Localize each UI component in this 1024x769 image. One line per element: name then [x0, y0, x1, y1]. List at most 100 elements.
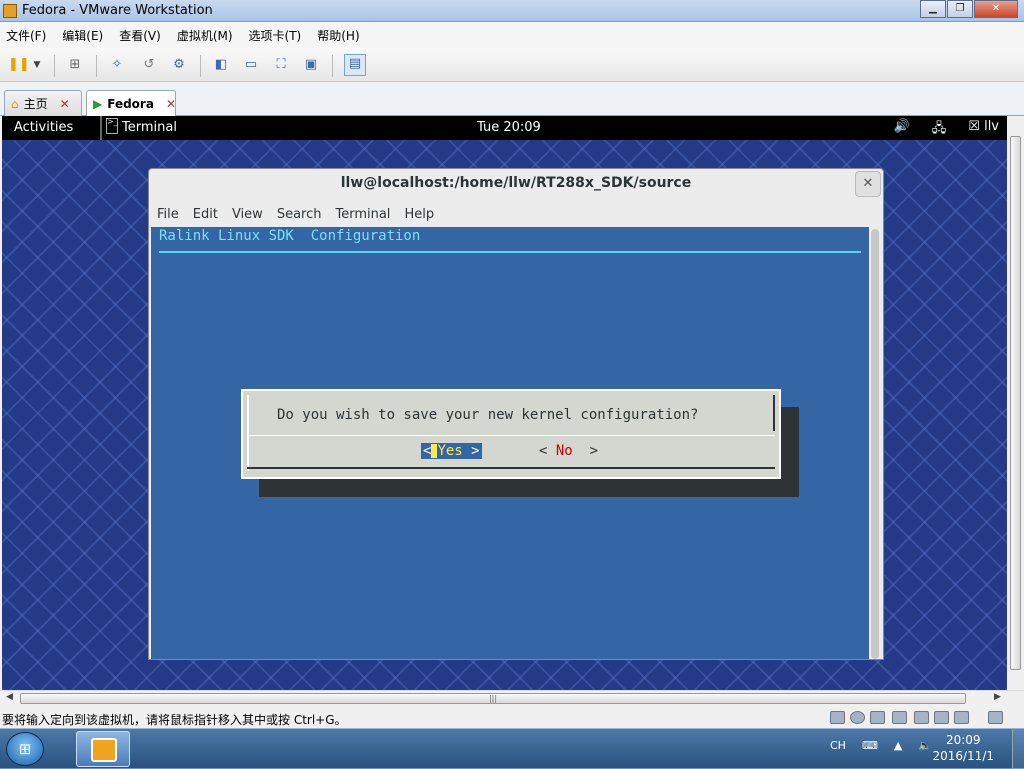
tab-fedora[interactable]: ▶ Fedora ✕ [86, 90, 176, 116]
toolbar-separator [200, 55, 201, 77]
terminal-menu-search[interactable]: Search [277, 207, 322, 222]
no-bracket-left: < [539, 443, 556, 459]
system-tray: CH ⌨ ▲ 🔈 [830, 739, 932, 752]
fullscreen-icon[interactable]: ⛶ [272, 56, 290, 74]
terminal-menu-file[interactable]: File [157, 207, 179, 222]
close-button[interactable]: ✕ [974, 0, 1018, 18]
printer-icon[interactable] [914, 711, 929, 724]
horizontal-scroll-thumb[interactable]: ||| [20, 693, 966, 704]
tray-expand-icon[interactable]: ▲ [894, 739, 902, 752]
message-log-icon[interactable] [988, 711, 1003, 724]
window-controls: ▁ ❐ ✕ [919, 0, 1018, 18]
windows-logo-icon: ⊞ [18, 740, 32, 758]
dialog-divider [247, 435, 775, 436]
console-view-icon[interactable]: ▤ [344, 54, 366, 76]
start-button[interactable]: ⊞ [6, 732, 44, 766]
speaker-icon[interactable]: 🔈 [918, 739, 932, 752]
dialog-question: Do you wish to save your new kernel conf… [277, 407, 699, 423]
dropdown-arrow-icon[interactable]: ▼ [28, 56, 46, 74]
tab-close-icon[interactable]: ✕ [166, 97, 176, 111]
hard-disk-icon[interactable] [830, 711, 845, 724]
pause-icon[interactable]: ❚❚ [8, 56, 30, 74]
no-bracket-right: > [572, 443, 599, 459]
taskbar-vmware-button[interactable] [76, 731, 130, 767]
no-button[interactable]: < No > [539, 443, 598, 459]
user-menu[interactable]: ☒ llv [968, 119, 999, 141]
terminal-menu-help[interactable]: Help [404, 207, 434, 222]
menu-bar: 文件(F) 编辑(E) 查看(V) 虚拟机(M) 选项卡(T) 帮助(H) [0, 22, 1024, 48]
terminal-screen[interactable]: Ralink Linux SDK Configuration Do you wi… [151, 227, 869, 659]
activities-button[interactable]: Activities [14, 120, 73, 135]
tab-label: Fedora [107, 96, 154, 111]
no-label: No [555, 443, 573, 459]
sound-card-icon[interactable] [934, 711, 949, 724]
display-icon[interactable] [954, 711, 969, 724]
toolbar-separator [54, 55, 55, 77]
terminal-menu-edit[interactable]: Edit [193, 207, 218, 222]
menu-view[interactable]: 查看(V) [119, 27, 161, 44]
vertical-scrollbar[interactable] [1008, 116, 1024, 690]
menuconfig-title-underline [159, 251, 861, 253]
toolbar-separator [96, 55, 97, 77]
vmware-app-icon [3, 4, 17, 18]
taskbar-clock[interactable]: 20:09 2016/11/1 [932, 732, 994, 764]
guest-screen[interactable]: Activities >_ Terminal Tue 20:09 🔊 🖧 ☒ l… [2, 116, 1007, 690]
tab-strip: ⌂ 主页 ✕ ▶ Fedora ✕ [0, 83, 1024, 116]
volume-icon: 🔊 [893, 119, 910, 134]
scroll-left-arrow-icon[interactable]: ◀ [6, 692, 13, 702]
app-menu-label: Terminal [122, 120, 177, 135]
vm-running-icon: ▶ [93, 96, 103, 111]
menu-help[interactable]: 帮助(H) [317, 27, 359, 44]
send-ctrl-alt-del-icon[interactable]: ⊞ [66, 56, 84, 74]
windows-taskbar: ⊞ CH ⌨ ▲ 🔈 20:09 2016/11/1 [0, 728, 1024, 769]
toolbar-separator [332, 55, 333, 77]
minimize-button[interactable]: ▁ [920, 0, 946, 18]
floppy-icon[interactable] [870, 711, 885, 724]
terminal-icon: >_ [106, 118, 118, 134]
unity-icon[interactable]: ▣ [302, 56, 320, 74]
user-name: llv [984, 119, 999, 134]
terminal-menu-view[interactable]: View [232, 207, 263, 222]
menu-tabs[interactable]: 选项卡(T) [249, 27, 302, 44]
window-titlebar[interactable]: Fedora - VMware Workstation ▁ ❐ ✕ [0, 0, 1024, 22]
snapshot-manager-icon[interactable]: ⚙ [170, 56, 188, 74]
yes-bracket-right: > [471, 443, 480, 459]
terminal-scrollbar[interactable] [871, 229, 879, 659]
maximize-button[interactable]: ❐ [947, 0, 973, 18]
revert-snapshot-icon[interactable]: ↺ [140, 56, 158, 74]
taskbar-time: 20:09 [945, 733, 981, 747]
status-bar: 要将输入定向到该虚拟机，请将鼠标指针移入其中或按 Ctrl+G。 [0, 708, 1024, 728]
menu-edit[interactable]: 编辑(E) [62, 27, 103, 44]
horizontal-scrollbar[interactable]: ◀ ||| ▶ [0, 690, 1024, 706]
save-config-dialog: Do you wish to save your new kernel conf… [241, 389, 781, 479]
menu-vm[interactable]: 虚拟机(M) [177, 27, 233, 44]
tab-close-icon[interactable]: ✕ [60, 97, 70, 111]
dialog-border [773, 395, 775, 431]
input-language[interactable]: CH [830, 739, 846, 752]
terminal-menubar: File Edit View Search Terminal Help [157, 207, 448, 222]
snapshot-icon[interactable]: ✧ [108, 56, 126, 74]
status-text: 要将输入定向到该虚拟机，请将鼠标指针移入其中或按 Ctrl+G。 [2, 713, 347, 727]
yes-button[interactable]: < Yes > [421, 443, 482, 459]
terminal-title: llw@localhost:/home/llw/RT288x_SDK/sourc… [340, 175, 692, 191]
menu-file[interactable]: 文件(F) [6, 27, 46, 44]
tab-label: 主页 [23, 97, 48, 111]
terminal-menu-terminal[interactable]: Terminal [335, 207, 390, 222]
user-icon: ☒ [968, 119, 980, 134]
cd-drive-icon[interactable] [850, 711, 865, 724]
network-adapter-icon[interactable] [892, 711, 907, 724]
keyboard-icon[interactable]: ⌨ [862, 739, 878, 752]
app-menu[interactable]: >_ Terminal [100, 116, 177, 140]
show-thumbnail-icon[interactable]: ▭ [242, 56, 260, 74]
gnome-clock[interactable]: Tue 20:09 [477, 120, 541, 135]
show-desktop-button[interactable] [1012, 729, 1024, 769]
home-icon: ⌂ [11, 96, 19, 111]
show-sidebar-icon[interactable]: ◧ [212, 56, 230, 74]
vertical-scroll-thumb[interactable] [1010, 136, 1021, 670]
terminal-window[interactable]: llw@localhost:/home/llw/RT288x_SDK/sourc… [148, 168, 884, 660]
system-status-area[interactable]: 🔊 🖧 ☒ llv [894, 119, 999, 141]
scroll-right-arrow-icon[interactable]: ▶ [994, 692, 1001, 702]
gnome-top-bar: Activities >_ Terminal Tue 20:09 🔊 🖧 ☒ l… [2, 116, 1007, 140]
tab-home[interactable]: ⌂ 主页 ✕ [4, 90, 82, 116]
terminal-close-button[interactable]: ✕ [855, 171, 881, 197]
